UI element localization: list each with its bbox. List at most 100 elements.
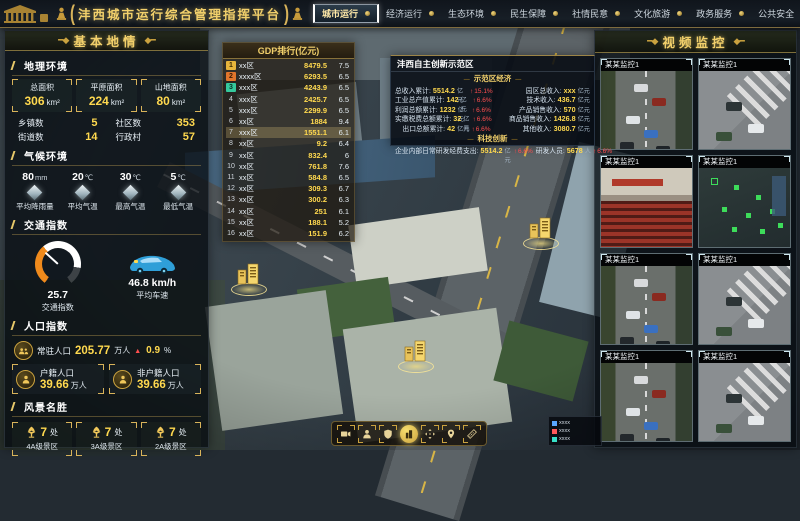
traffic-index-block: 25.7 交通指数 — [35, 241, 81, 313]
shield-tool-button[interactable] — [379, 425, 397, 443]
climate-label: 平均降雨量 — [12, 201, 58, 212]
gdp-row[interactable]: 8 xx区 9.2 6.4 — [226, 138, 351, 149]
gdp-growth: 6.5 — [331, 72, 351, 81]
rank-badge: 8 — [226, 139, 236, 148]
camera-tool-button[interactable] — [337, 425, 355, 443]
gdp-growth: 6.5 — [331, 83, 351, 92]
video-tile[interactable]: 某某监控1 — [698, 155, 791, 247]
tech-rows: 企业内部日常研发经费支出: 5514.2 亿元 6.6% 研发人员: 5678 … — [391, 145, 594, 154]
climate-value: 80 — [22, 171, 34, 183]
gdp-row[interactable]: 7 xxx区 1551.1 6.1 — [226, 127, 351, 138]
rank-badge: 16 — [226, 229, 236, 238]
gdp-row[interactable]: 3 xxx区 4243.9 6.5 — [226, 82, 351, 93]
map-marker-building[interactable] — [523, 216, 557, 250]
header-ornament-right: ◆━ — [734, 36, 744, 47]
metric-value: 5514.2 — [480, 146, 502, 155]
video-tile[interactable]: 某某监控1 — [698, 350, 791, 442]
gdp-value: 832.4 — [275, 151, 331, 160]
climate-unit: mm — [35, 173, 48, 182]
map-marker-building[interactable] — [398, 339, 432, 373]
tree-icon — [26, 426, 37, 438]
video-tile[interactable]: 某某监控1 — [698, 253, 791, 345]
metric-label: 出口总额累计: — [395, 123, 445, 133]
section-scenic: 风景名胜 — [12, 399, 201, 417]
person-icon — [113, 370, 132, 389]
move-tool-button[interactable] — [421, 425, 439, 443]
area-stat-box: 总面积 306km² — [12, 79, 72, 112]
video-tile[interactable]: 某某监控1 — [600, 350, 693, 442]
pin-tool-button[interactable] — [442, 425, 460, 443]
metric-label: 其他收入: — [495, 123, 552, 133]
video-tile[interactable]: 某某监控1 — [600, 58, 693, 150]
legend-color-chip — [552, 429, 557, 434]
metric-unit: 亿元 — [578, 105, 590, 114]
nav-tab[interactable]: 公共安全 — [751, 5, 800, 22]
gdp-row[interactable]: 1 xx区 8479.5 7.5 — [226, 60, 351, 71]
camera-feed — [699, 168, 790, 246]
climate-value: 20 — [72, 171, 84, 183]
gdp-row[interactable]: 10 xx区 761.8 7.6 — [226, 161, 351, 172]
legend-item[interactable]: xxxx — [552, 427, 598, 435]
legend-item[interactable]: xxxx — [552, 419, 598, 427]
building-tool-button[interactable] — [400, 425, 418, 443]
gdp-row[interactable]: 11 xx区 584.8 6.5 — [226, 172, 351, 183]
section-title: 人口指数 — [24, 318, 68, 333]
person-icon — [16, 370, 35, 389]
gdp-row[interactable]: 15 xx区 188.1 5.2 — [226, 217, 351, 228]
map-marker-building[interactable] — [231, 262, 265, 296]
district-name: xx区 — [239, 150, 275, 161]
measure-tool-button[interactable] — [463, 425, 481, 443]
nav-tab[interactable]: 城市运行 — [313, 4, 379, 23]
nav-tab-label: 城市运行 — [322, 7, 358, 20]
person-tool-button[interactable] — [358, 425, 376, 443]
traffic-content: 25.7 交通指数 46.8 km/h 平均车速 — [12, 241, 201, 313]
count-label: 街道数 — [18, 131, 44, 143]
app-title-wrap: ( 沣西城市运行综合管理指挥平台 ) — [56, 4, 303, 23]
climate-label: 最高气温 — [108, 201, 154, 212]
tech-section-title: 科技创新 — [391, 133, 594, 144]
metric-value: 142 — [446, 95, 458, 104]
gdp-row[interactable]: 6 xx区 1884 9.4 — [226, 116, 351, 127]
gdp-row[interactable]: 14 xx区 251 6.1 — [226, 205, 351, 216]
nav-tab[interactable]: 文化旅游 — [627, 5, 689, 22]
stat-label: 总面积 — [13, 82, 71, 93]
nav-tab[interactable]: 政务服务 — [689, 5, 751, 22]
car-icon — [126, 253, 178, 275]
gdp-row[interactable]: 4 xxx区 2425.7 6.5 — [226, 94, 351, 105]
gdp-growth: 7.6 — [331, 162, 351, 171]
district-name: xx区 — [239, 172, 275, 183]
nav-tab[interactable]: 民生保障 — [503, 5, 565, 22]
gdp-row[interactable]: 2 xxxx区 6293.5 6.5 — [226, 71, 351, 82]
section-geography: 地理环境 — [12, 58, 201, 76]
title-ornament-left: ( — [70, 1, 75, 27]
gdp-row[interactable]: 16 xx区 151.9 6.2 — [226, 228, 351, 239]
scenic-unit: 处 — [114, 427, 122, 438]
metric-row: 商品销售收入: 1426.8 亿元 — [495, 113, 590, 122]
district-name: xx区 — [239, 194, 275, 205]
gdp-value: 761.8 — [275, 162, 331, 171]
rank-badge: 3 — [226, 83, 236, 92]
gdp-growth: 6.2 — [331, 229, 351, 238]
video-tile[interactable]: 某某监控1 — [600, 155, 693, 247]
gdp-value: 309.3 — [275, 184, 331, 193]
camera-feed — [601, 363, 692, 441]
nav-tab[interactable]: 社情民意 — [565, 5, 627, 22]
gdp-row-list: 1 xx区 8479.5 7.5 2 xxxx区 6293.5 6.5 3 xx… — [223, 59, 354, 240]
map-toolbar — [331, 421, 487, 446]
gdp-row[interactable]: 12 xx区 309.3 6.7 — [226, 183, 351, 194]
nav-tab[interactable]: 生态环境 — [441, 5, 503, 22]
metric-unit: 亿元 — [504, 146, 511, 164]
count-item: 社区数 353 — [110, 117, 202, 129]
legend-item[interactable]: xxxx — [552, 435, 598, 443]
gdp-row[interactable]: 5 xxx区 2299.9 6.5 — [226, 105, 351, 116]
traffic-index-label: 交通指数 — [35, 302, 81, 313]
district-name: xx区 — [239, 228, 275, 239]
nav-tab[interactable]: 经济运行 — [379, 5, 441, 22]
video-tile[interactable]: 某某监控1 — [698, 58, 791, 150]
economy-right-column: 园区总收入: xxx 亿元 技术收入: 436.7 亿元 产品销售收入: 570… — [495, 85, 590, 132]
video-panel-header: ━◆ 视频监控 ◆━ — [595, 31, 796, 53]
video-tile[interactable]: 某某监控1 — [600, 253, 693, 345]
gdp-row[interactable]: 9 xx区 832.4 6 — [226, 150, 351, 161]
metric-trend: 6.6% — [472, 107, 491, 114]
gdp-row[interactable]: 13 xx区 300.2 6.3 — [226, 194, 351, 205]
